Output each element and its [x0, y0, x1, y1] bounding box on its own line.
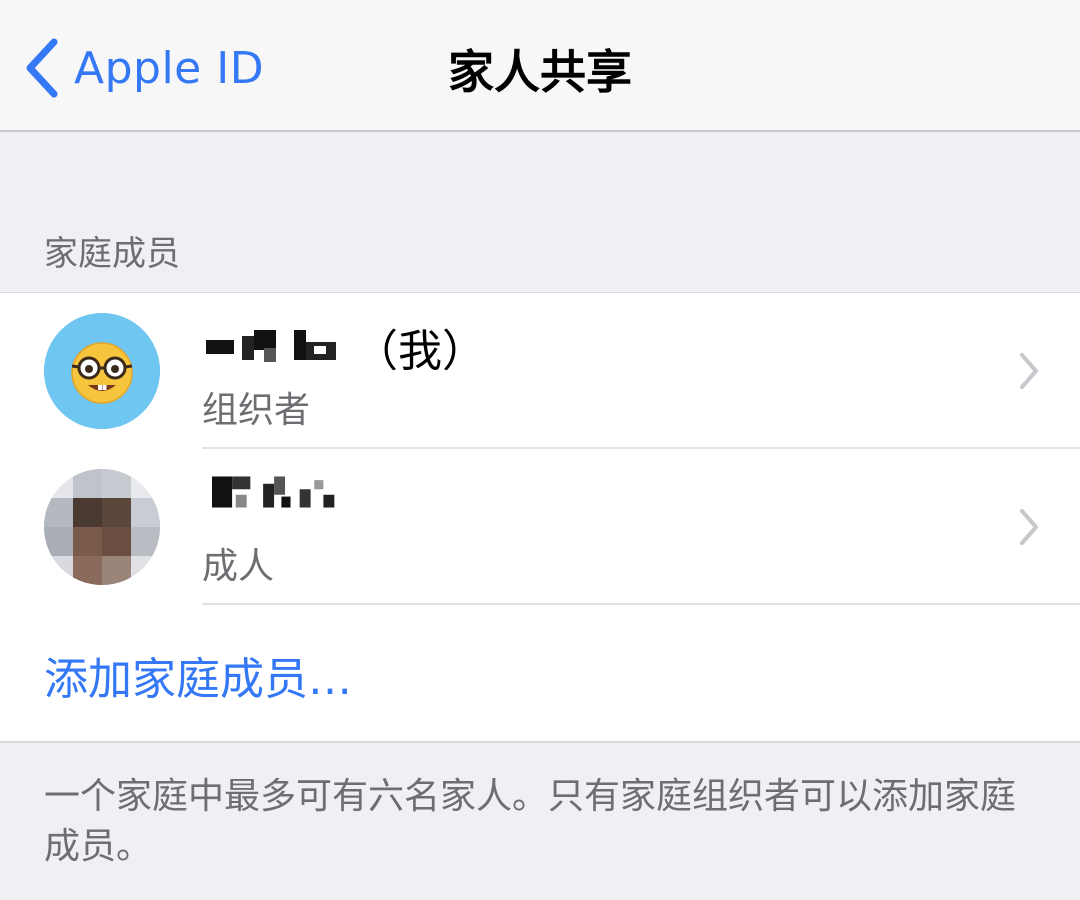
member-role: 成人 — [202, 546, 275, 587]
chevron-right-icon — [1020, 509, 1038, 545]
navigation-bar: Apple ID 家人共享 — [0, 0, 1080, 132]
member-name-suffix: （我） — [354, 326, 486, 377]
pixelated-photo-icon — [44, 469, 160, 585]
member-name: （我） — [202, 315, 486, 379]
page-title: 家人共享 — [448, 45, 632, 99]
avatar — [44, 313, 160, 429]
redacted-name — [212, 476, 335, 508]
family-members-list: （我） 组织者 成人 添加家庭成员… — [0, 292, 1080, 743]
footer-note: 一个家庭中最多可有六名家人。只有家庭组织者可以添加家庭成员。 — [44, 776, 1017, 867]
member-role: 组织者 — [202, 390, 311, 431]
member-row-organizer[interactable]: （我） 组织者 — [0, 293, 1080, 449]
nerd-face-emoji-icon — [44, 313, 160, 429]
screen: Apple ID 家人共享 家庭成员 （我） 组织者 成人 添加家庭成员… 一个… — [0, 0, 1080, 900]
member-name — [202, 471, 360, 513]
avatar — [44, 469, 160, 585]
add-family-member-button[interactable]: 添加家庭成员… — [0, 605, 1080, 741]
chevron-right-icon — [1020, 353, 1038, 389]
section-header-family-members: 家庭成员 — [44, 234, 180, 274]
redacted-name — [206, 330, 336, 362]
member-row-adult[interactable]: 成人 — [0, 449, 1080, 605]
add-family-member-label: 添加家庭成员… — [44, 654, 352, 705]
